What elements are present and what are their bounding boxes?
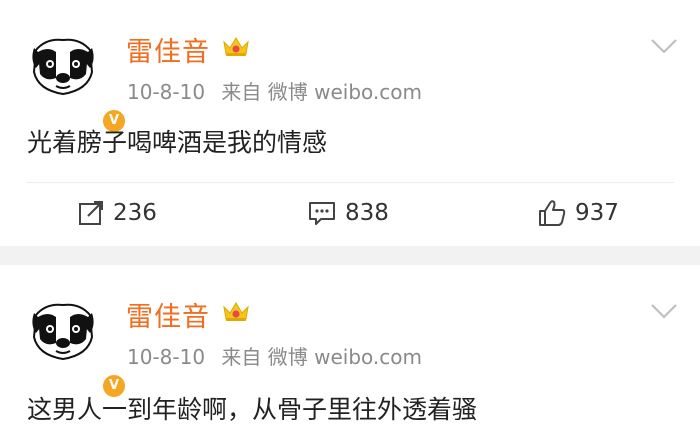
repost-button[interactable]: 236	[77, 196, 157, 230]
post-date: 10-8-10	[127, 345, 206, 369]
weibo-post: V 雷佳音 10-8-10 来自 微博 weibo.com 这男人一到年龄啊，从…	[0, 265, 700, 434]
post-meta: 10-8-10 来自 微博 weibo.com	[127, 76, 432, 105]
post-source[interactable]: 来自 微博 weibo.com	[221, 345, 422, 369]
crown-icon[interactable]	[222, 34, 250, 58]
username[interactable]: 雷佳音	[126, 295, 210, 334]
weibo-post: V 雷佳音 10-8-10 来自 微博 weibo.com 光着膀子喝啤酒是我的…	[0, 0, 700, 246]
like-count: 937	[575, 200, 619, 226]
post-source[interactable]: 来自 微博 weibo.com	[221, 80, 422, 104]
post-text: 这男人一到年龄啊，从骨子里往外透着骚	[27, 395, 478, 424]
comment-button[interactable]: 838	[307, 196, 389, 230]
divider	[26, 182, 674, 183]
comment-icon	[309, 202, 335, 225]
post-separator	[0, 246, 700, 265]
post-meta: 10-8-10 来自 微博 weibo.com	[127, 341, 432, 370]
dog-avatar-icon	[26, 293, 100, 367]
post-text: 光着膀子喝啤酒是我的情感	[27, 128, 328, 157]
username[interactable]: 雷佳音	[126, 30, 210, 69]
chevron-down-icon[interactable]	[650, 303, 678, 319]
comment-count: 838	[345, 200, 389, 226]
repost-icon	[79, 201, 103, 225]
chevron-down-icon[interactable]	[650, 38, 678, 54]
like-button[interactable]: 937	[537, 196, 619, 230]
dog-avatar-icon	[26, 28, 100, 102]
avatar[interactable]: V	[26, 28, 127, 134]
repost-count: 236	[113, 200, 157, 226]
crown-icon[interactable]	[222, 299, 250, 323]
post-date: 10-8-10	[127, 80, 206, 104]
thumbs-up-icon	[539, 200, 566, 226]
avatar[interactable]: V	[26, 293, 127, 399]
